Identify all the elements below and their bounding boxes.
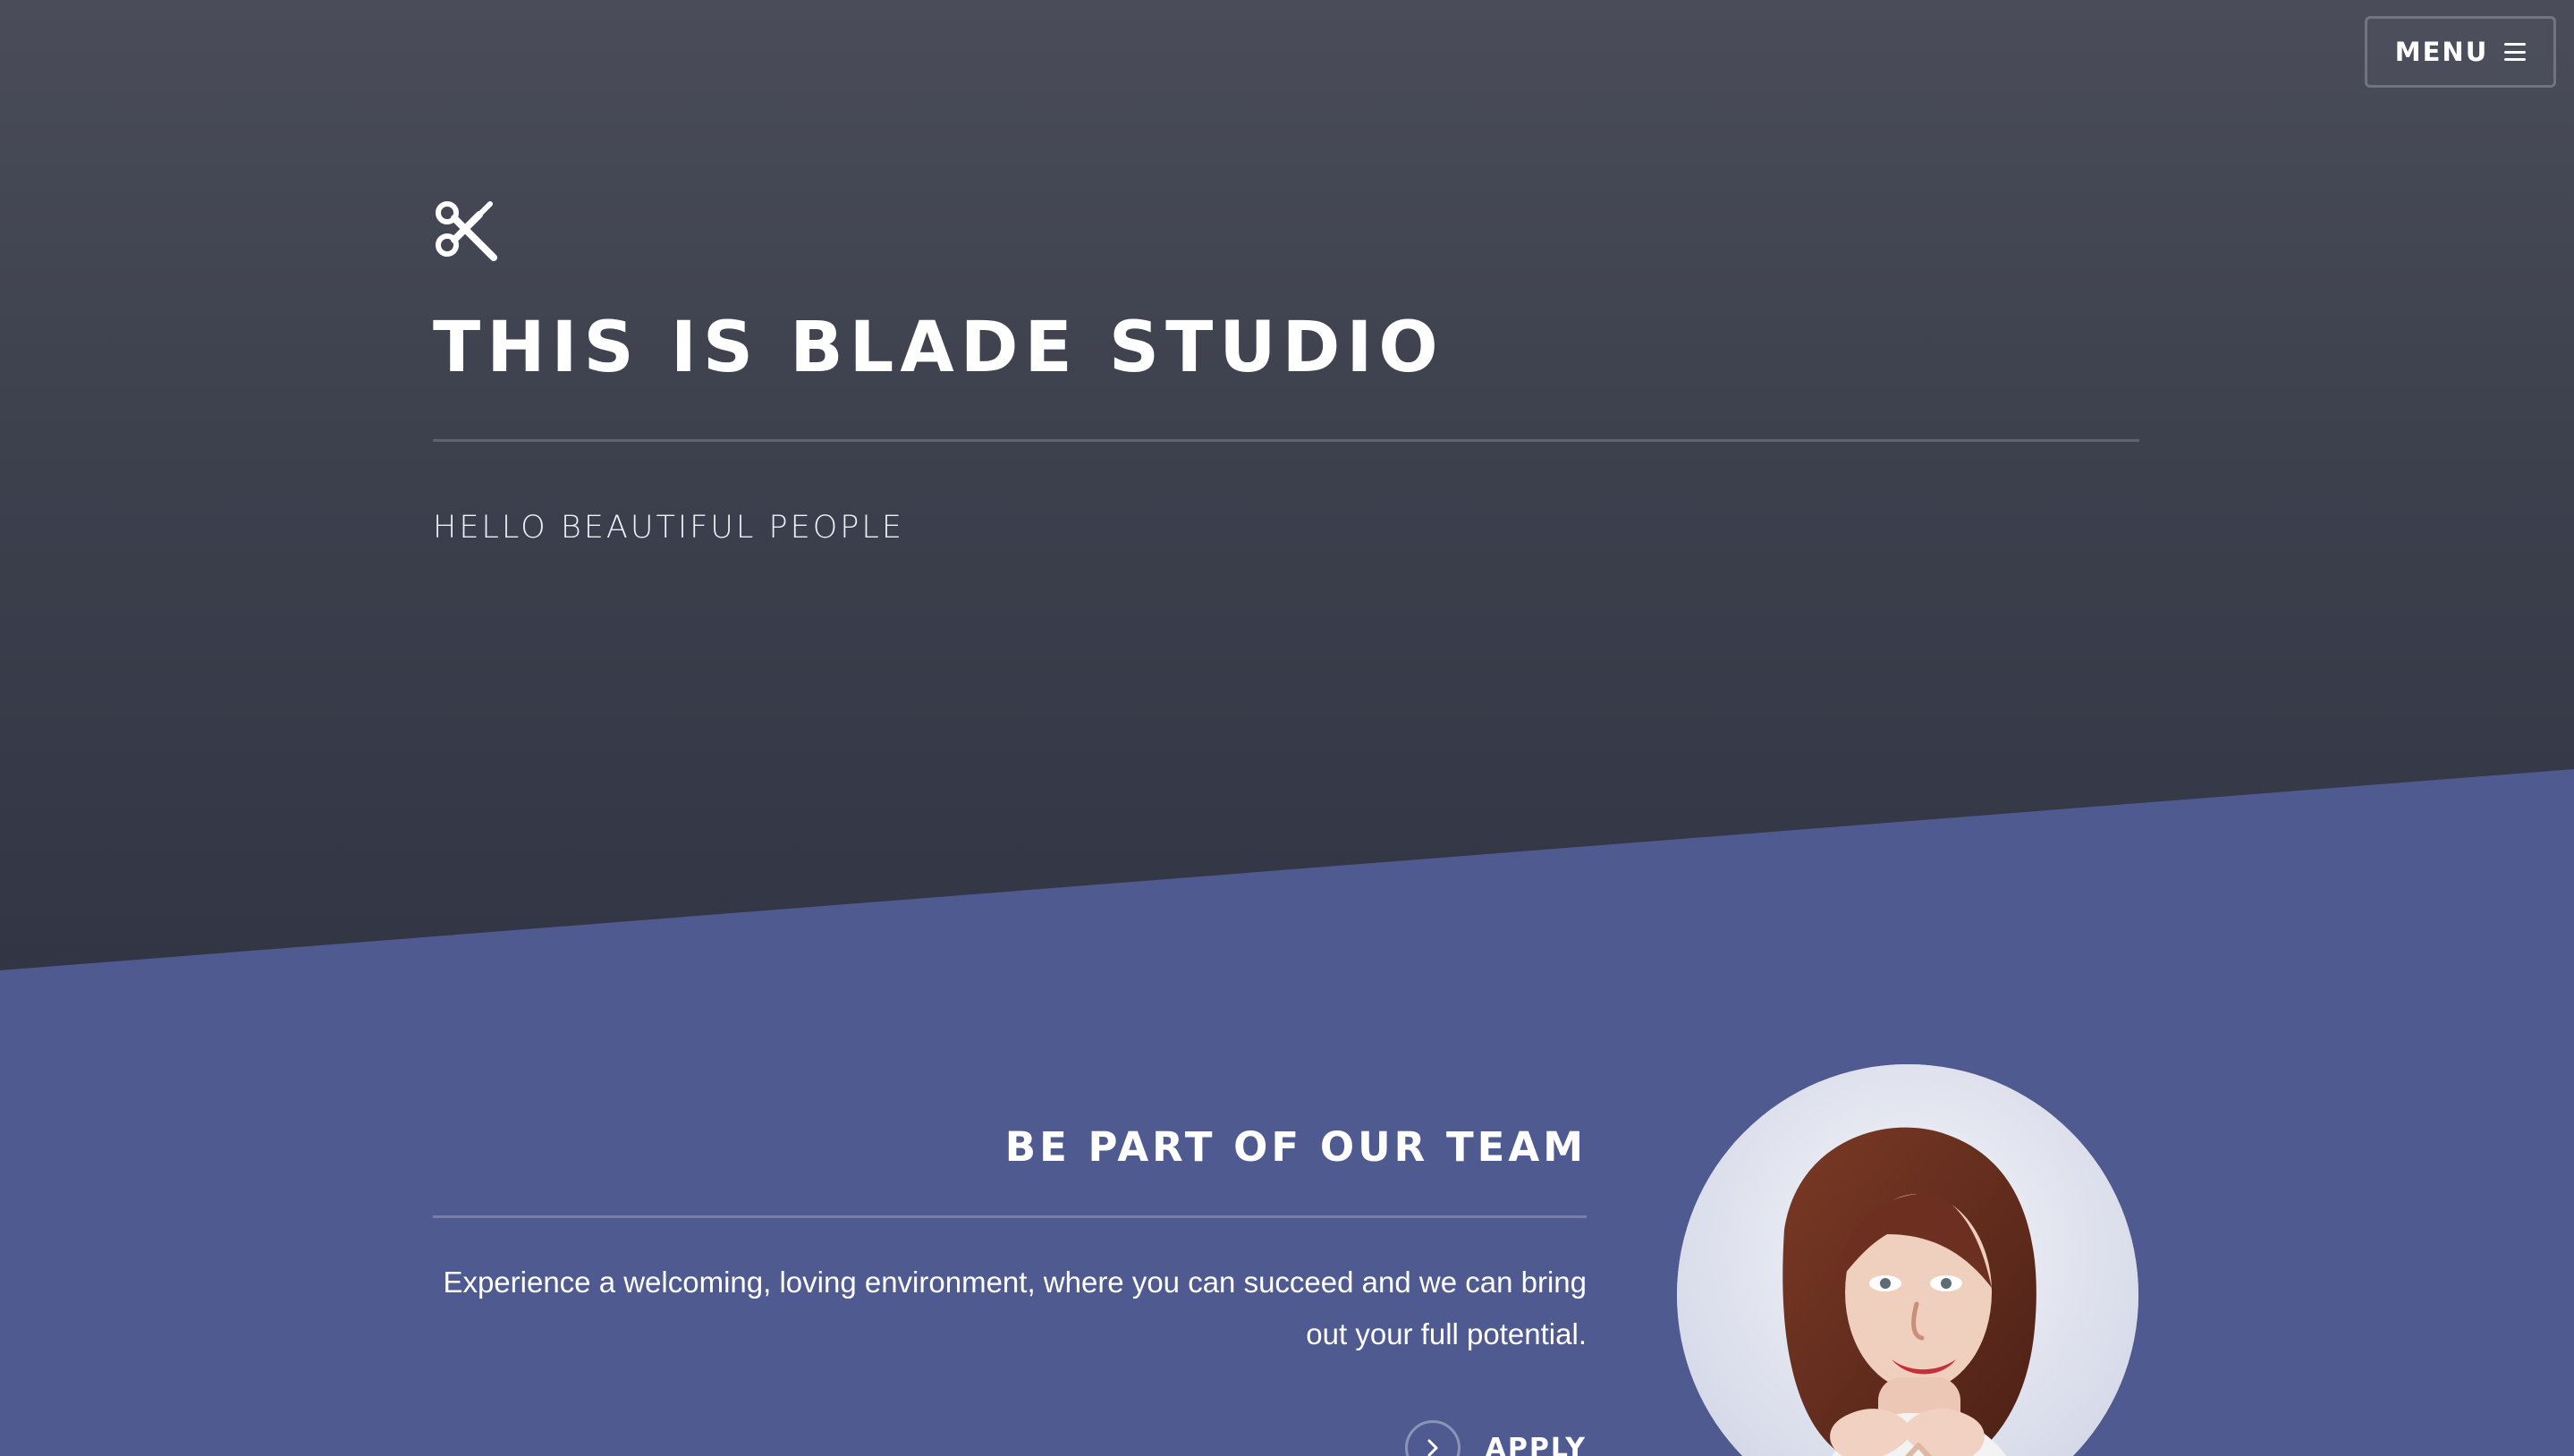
hamburger-menu-icon	[2504, 43, 2527, 61]
page-title: THIS IS BLADE STUDIO	[433, 308, 1444, 388]
menu-button[interactable]: MENU	[2365, 16, 2556, 88]
apply-link[interactable]: APPLY	[1404, 1420, 1587, 1456]
team-description: Experience a welcoming, loving environme…	[443, 1266, 1587, 1350]
hero-subtitle: HELLO BEAUTIFUL PEOPLE	[433, 510, 905, 546]
menu-label: MENU	[2394, 37, 2489, 67]
chevron-right-icon	[1404, 1420, 1461, 1456]
scissors-icon	[433, 197, 497, 261]
apply-label: APPLY	[1485, 1432, 1587, 1456]
page: MENU THIS IS BLADE STUDIO HELLO BEAUTIFU…	[0, 0, 2574, 1456]
team-divider	[433, 1215, 1587, 1218]
hero-divider	[433, 439, 2139, 442]
team-title: BE PART OF OUR TEAM	[1004, 1123, 1587, 1171]
